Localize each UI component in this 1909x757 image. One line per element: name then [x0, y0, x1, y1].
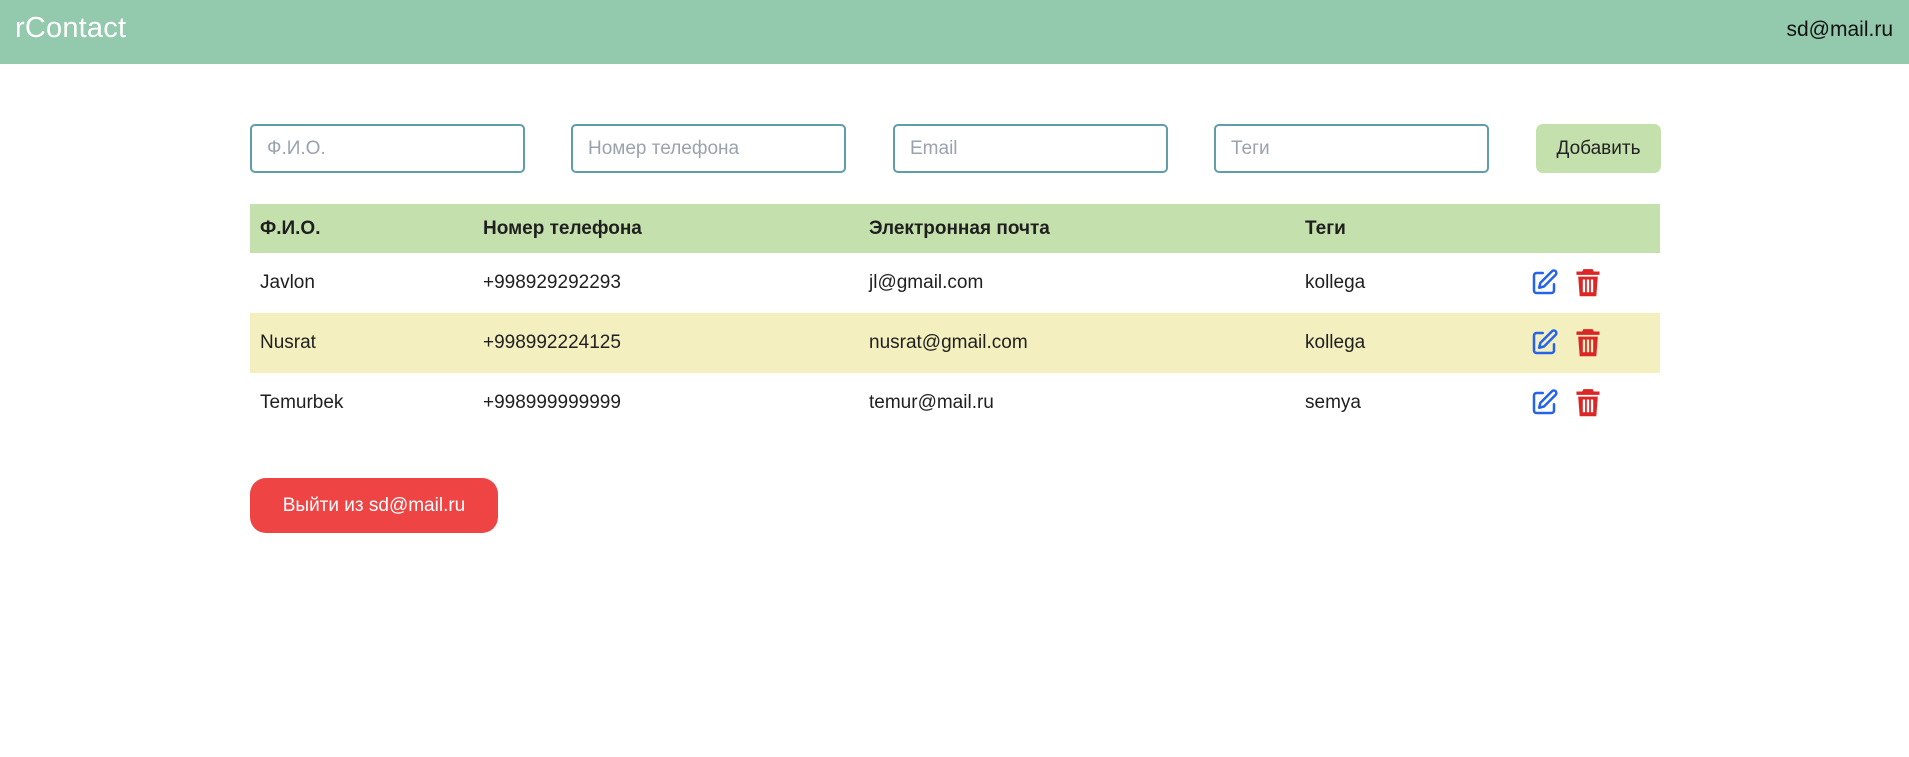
contact-phone: +998999999999 — [483, 392, 621, 413]
column-header-fio: Ф.И.О. — [260, 217, 321, 239]
trash-icon[interactable] — [1572, 327, 1604, 359]
contacts-table: Ф.И.О. Номер телефона Электронная почта … — [250, 204, 1660, 433]
contact-phone: +998992224125 — [483, 332, 621, 353]
table-row: Javlon +998929292293 jl@gmail.com kolleg… — [250, 253, 1660, 313]
email-input[interactable] — [893, 124, 1168, 173]
contact-email: nusrat@gmail.com — [869, 332, 1028, 353]
table-row: Nusrat +998992224125 nusrat@gmail.com ko… — [250, 313, 1660, 373]
phone-input[interactable] — [571, 124, 846, 173]
contact-email: jl@gmail.com — [869, 272, 984, 293]
column-header-email: Электронная почта — [869, 217, 1050, 239]
trash-icon[interactable] — [1572, 387, 1604, 419]
top-navbar: rContact sd@mail.ru — [0, 0, 1909, 64]
contact-tags: kollega — [1305, 332, 1366, 353]
edit-icon[interactable] — [1528, 327, 1560, 359]
contact-tags: kollega — [1305, 272, 1366, 293]
contact-tags: semya — [1305, 392, 1361, 413]
table-row: Temurbek +998999999999 temur@mail.ru sem… — [250, 373, 1660, 433]
contact-email: temur@mail.ru — [869, 392, 994, 413]
contact-phone: +998929292293 — [483, 272, 621, 293]
logout-button[interactable]: Выйти из sd@mail.ru — [250, 478, 498, 533]
tags-input[interactable] — [1214, 124, 1489, 173]
column-header-phone: Номер телефона — [483, 217, 642, 239]
add-contact-button[interactable]: Добавить — [1536, 124, 1661, 173]
table-header-row: Ф.И.О. Номер телефона Электронная почта … — [250, 204, 1660, 253]
brand-logo[interactable]: rContact — [15, 12, 126, 45]
contact-name: Javlon — [260, 272, 315, 293]
column-header-tags: Теги — [1305, 217, 1346, 239]
contact-name: Temurbek — [260, 392, 344, 413]
fio-input[interactable] — [250, 124, 525, 173]
edit-icon[interactable] — [1528, 267, 1560, 299]
contact-name: Nusrat — [260, 332, 316, 353]
row-actions — [1528, 313, 1604, 373]
edit-icon[interactable] — [1528, 387, 1560, 419]
row-actions — [1528, 373, 1604, 433]
trash-icon[interactable] — [1572, 267, 1604, 299]
row-actions — [1528, 253, 1604, 313]
current-user-email: sd@mail.ru — [1786, 18, 1893, 41]
